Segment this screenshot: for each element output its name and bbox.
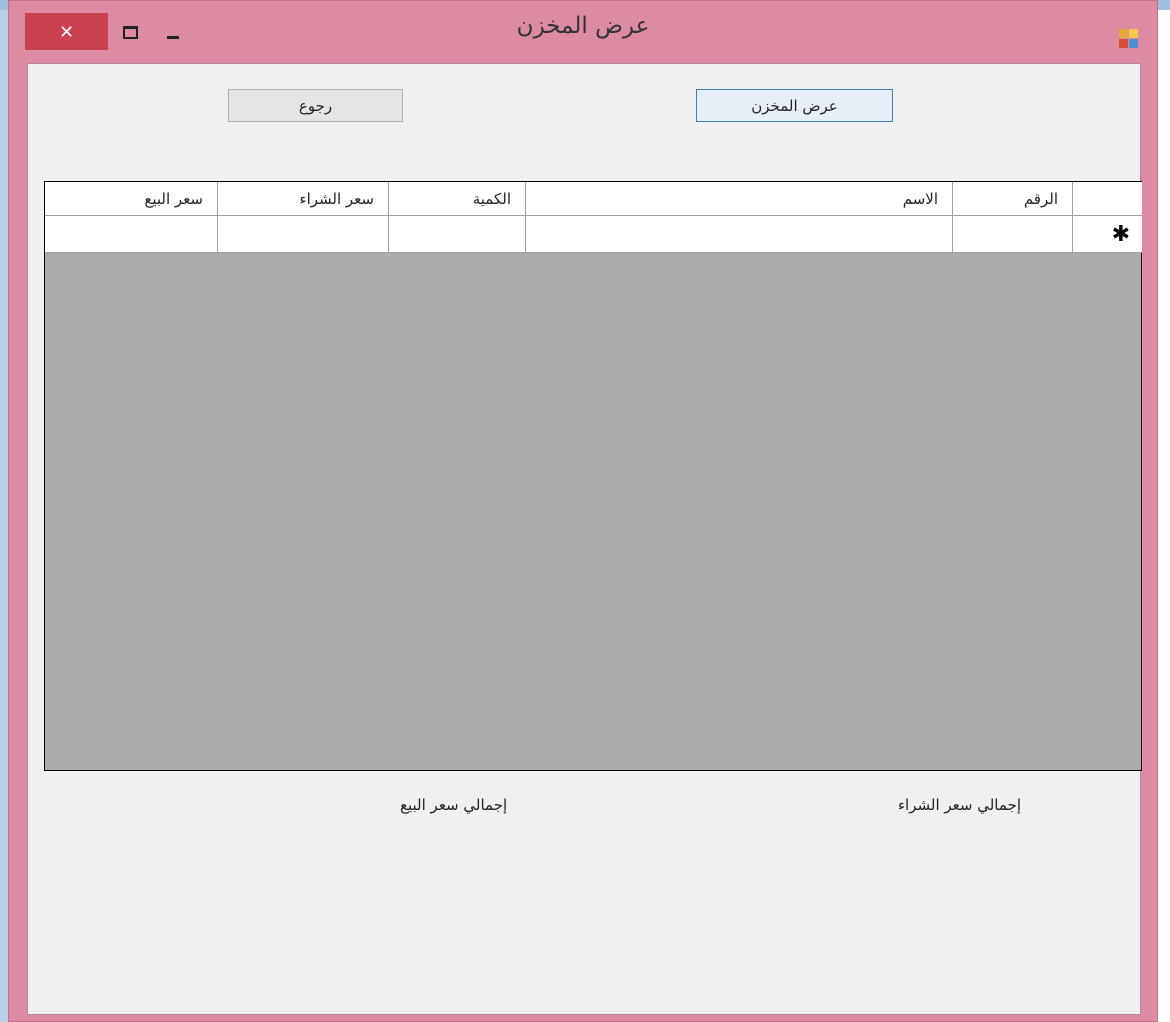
column-header-quantity[interactable]: الكمية bbox=[389, 182, 526, 216]
total-purchase-label: إجمالي سعر الشراء bbox=[898, 796, 1021, 814]
inventory-window: ✕ عرض المخزن عرض المخزن رجوع سعر البيع س… bbox=[8, 0, 1158, 1022]
column-header-number[interactable]: الرقم bbox=[953, 182, 1073, 216]
cell-sale-price[interactable] bbox=[45, 216, 218, 253]
title-bar[interactable]: ✕ عرض المخزن bbox=[9, 1, 1157, 63]
column-header-purchase-price[interactable]: سعر الشراء bbox=[218, 182, 389, 216]
cell-purchase-price[interactable] bbox=[218, 216, 389, 253]
column-header-name[interactable]: الاسم bbox=[526, 182, 953, 216]
app-icon bbox=[1119, 29, 1139, 49]
row-header-corner bbox=[1073, 182, 1142, 216]
form-client-area: عرض المخزن رجوع سعر البيع سعر الشراء الك… bbox=[27, 63, 1142, 1015]
desktop-background-right bbox=[1156, 10, 1170, 1022]
cell-number[interactable] bbox=[953, 216, 1073, 253]
cell-quantity[interactable] bbox=[389, 216, 526, 253]
new-row-marker-icon[interactable]: ✱ bbox=[1073, 216, 1142, 253]
total-sale-label: إجمالي سعر البيع bbox=[400, 796, 508, 814]
column-header-sale-price[interactable]: سعر البيع bbox=[45, 182, 218, 216]
show-inventory-button[interactable]: عرض المخزن bbox=[696, 89, 893, 122]
cell-name[interactable] bbox=[526, 216, 953, 253]
back-button[interactable]: رجوع bbox=[228, 89, 403, 122]
window-title: عرض المخزن bbox=[516, 13, 650, 39]
inventory-grid[interactable]: سعر البيع سعر الشراء الكمية الاسم الرقم … bbox=[44, 181, 1142, 771]
